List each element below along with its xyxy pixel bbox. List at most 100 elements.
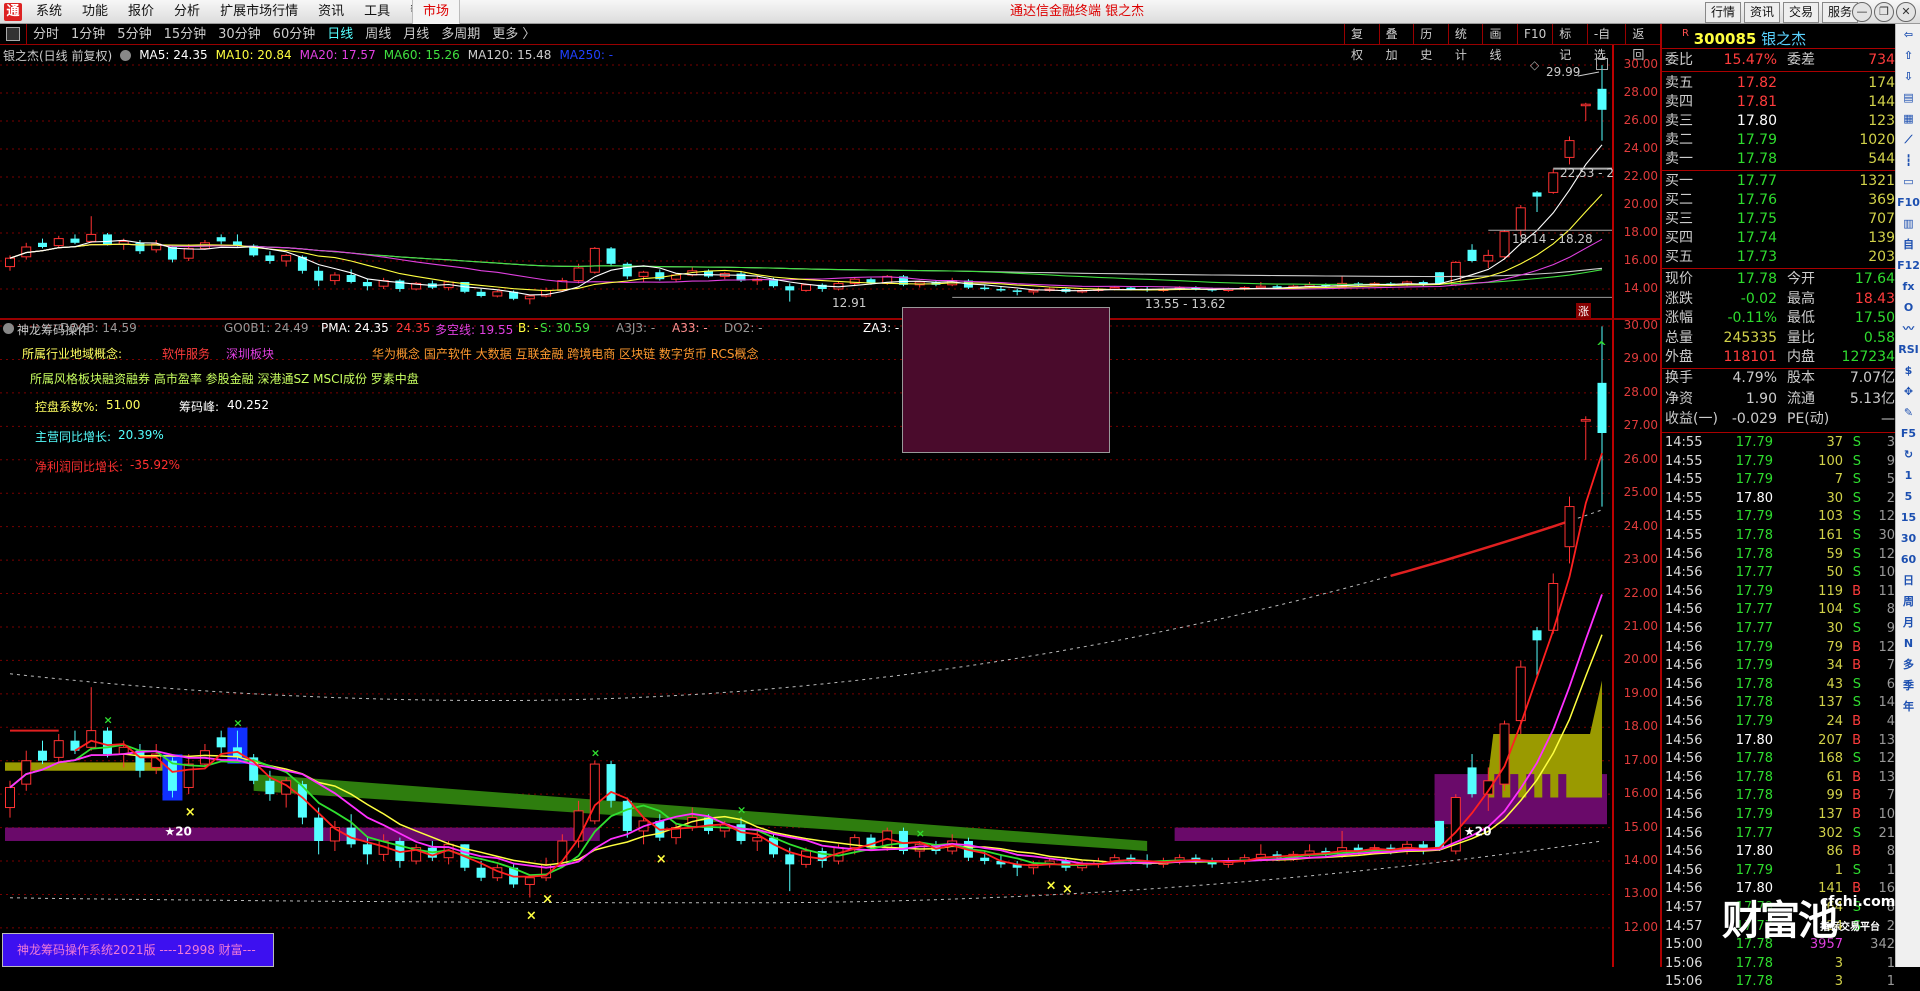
chart-action-button[interactable]: 返回 [1625,24,1660,62]
trade-count: 21 [1878,825,1895,841]
side-tool-icon[interactable]: 60 [1896,549,1920,570]
side-tool-icon[interactable]: 月 [1896,612,1920,633]
bid-row[interactable]: 买二 17.76 369 [1665,191,1895,210]
side-tool-icon[interactable]: 1 [1896,465,1920,486]
side-tool-icon[interactable]: ✥ [1896,381,1920,402]
ask-label: 卖四 [1665,94,1693,110]
purple-band [1174,827,1445,841]
bid-price: 17.74 [1736,230,1777,246]
top-button[interactable]: 资讯 [1744,2,1781,23]
trade-time: 14:56 [1665,602,1703,618]
price-axis-label: 14.00 [1623,281,1658,295]
quote-panel: R 300085 银之杰 委比 15.47% 委差 734 卖五 17.82 174… [1660,24,1897,989]
trade-row: 14:56 17.79 119 B 11 [1665,583,1895,601]
side-tool-icon[interactable]: RSI [1896,339,1920,360]
fundamental-value: 7.07亿 [1849,370,1895,386]
revenue-growth-value: 20.39% [118,428,164,442]
side-tool-icon[interactable]: 季 [1896,675,1920,696]
trade-volume: 30 [1826,621,1843,636]
stock-code: 300085 [1693,30,1757,48]
ask-row[interactable]: 卖二 17.79 1020 [1665,131,1895,150]
diamond-icon[interactable]: ◇ [1530,58,1539,72]
lower-candle-body [1532,630,1542,641]
side-tool-icon[interactable]: N [1896,633,1920,654]
trade-price: 17.78 [1735,695,1773,711]
side-tool-icon[interactable]: O [1896,297,1920,318]
trade-volume: 104 [1818,602,1843,618]
ask-row[interactable]: 卖五 17.82 174 [1665,74,1895,93]
panel-toggle-icon[interactable] [1596,58,1608,70]
bid-row[interactable]: 买五 17.73 203 [1665,248,1895,267]
trade-row: 14:55 17.79 103 S 12 [1665,508,1895,526]
price-axis-label: 15.00 [1623,819,1658,834]
side-tool-icon[interactable]: 15 [1896,507,1920,528]
trade-row: 15:06 17.78 3 1 [1665,955,1895,973]
side-tool-icon[interactable]: ▥ [1896,213,1920,234]
side-tool-icon[interactable]: ┇ [1896,150,1920,171]
restore-button[interactable]: ❐ [1874,2,1894,22]
side-tool-icon[interactable]: 30 [1896,528,1920,549]
profit-growth-value: -35.92% [130,458,181,472]
trade-volume: 168 [1818,751,1843,767]
bid-row[interactable]: 买三 17.75 707 [1665,210,1895,229]
fundamental-row: 换手 4.79% 股本 7.07亿 [1665,369,1895,388]
side-tool-icon[interactable]: 自 [1896,234,1920,255]
top-button[interactable]: 行情 [1705,2,1742,23]
ask-row[interactable]: 卖四 17.81 144 [1665,93,1895,112]
lower-candle-body [37,750,47,761]
bid-row[interactable]: 买四 17.74 139 [1665,229,1895,248]
side-tool-icon[interactable]: F5 [1896,423,1920,444]
trade-count: 9 [1886,621,1895,636]
trade-price: 17.79 [1735,435,1773,450]
side-tool-icon[interactable]: ⇩ [1896,66,1920,87]
trade-volume: 43 [1826,676,1843,692]
side-tool-icon[interactable]: 多 [1896,654,1920,675]
side-tool-icon[interactable]: F10 [1896,192,1920,213]
side-tool-icon[interactable]: ▦ [1896,108,1920,129]
top-candle-body [1597,88,1607,110]
top-button[interactable]: 交易 [1783,2,1820,23]
side-tool-icon[interactable]: ▤ [1896,87,1920,108]
purple-stripe [1542,774,1551,821]
range-label: 13.55 - 13.62 [1145,297,1226,311]
minimize-button[interactable]: — [1852,2,1872,22]
settings-circle-icon[interactable] [3,323,14,334]
purple-stripe [1558,774,1567,821]
stat-label: 外盘 [1665,349,1693,365]
side-tool-icon[interactable]: 〰 [1896,318,1920,339]
lower-candle-body [752,837,763,842]
trade-count: 9 [1886,453,1895,469]
bid-row[interactable]: 买一 17.77 1321 [1665,172,1895,191]
side-tool-icon[interactable]: F12 [1896,255,1920,276]
trade-side: S [1852,676,1861,692]
top-candle-body [1483,254,1494,262]
top-candle-body [1499,231,1510,258]
side-tool-icon[interactable]: 周 [1896,591,1920,612]
side-tool-icon[interactable]: ⇦ [1896,24,1920,45]
trade-price: 17.79 [1735,862,1773,878]
kline-chart-area[interactable]: ★20 ★20 × × × × × × × × × × × [0,0,1612,967]
close-button[interactable]: ✕ [1896,2,1916,22]
price-axis-label: 22.00 [1623,585,1658,600]
side-tool-icon[interactable]: ✎ [1896,402,1920,423]
stat-value: 17.78 [1736,271,1777,287]
side-tool-icon[interactable]: 日 [1896,570,1920,591]
trade-volume: 137 [1818,807,1843,822]
ask-row[interactable]: 卖三 17.80 123 [1665,112,1895,131]
trade-row: 15:06 17.78 3 1 [1665,973,1895,991]
divider [1662,71,1897,72]
side-tool-icon[interactable]: 年 [1896,696,1920,717]
side-tool-icon[interactable]: ▭ [1896,171,1920,192]
ask-row[interactable]: 卖一 17.78 544 [1665,150,1895,169]
side-tool-icon[interactable]: 5 [1896,486,1920,507]
side-tool-icon[interactable]: fx [1896,276,1920,297]
side-tool-icon[interactable]: ⟋ [1896,129,1920,150]
yellow-cross-marker: × [526,908,537,923]
side-tool-icon[interactable]: $ [1896,360,1920,381]
trade-volume: 3 [1834,955,1843,971]
trade-count: 5 [1886,472,1895,488]
side-tool-icon[interactable]: ⇧ [1896,45,1920,66]
side-tool-icon[interactable]: ↻ [1896,444,1920,465]
info-overlay-box [902,307,1110,453]
trade-time: 14:55 [1665,528,1703,543]
